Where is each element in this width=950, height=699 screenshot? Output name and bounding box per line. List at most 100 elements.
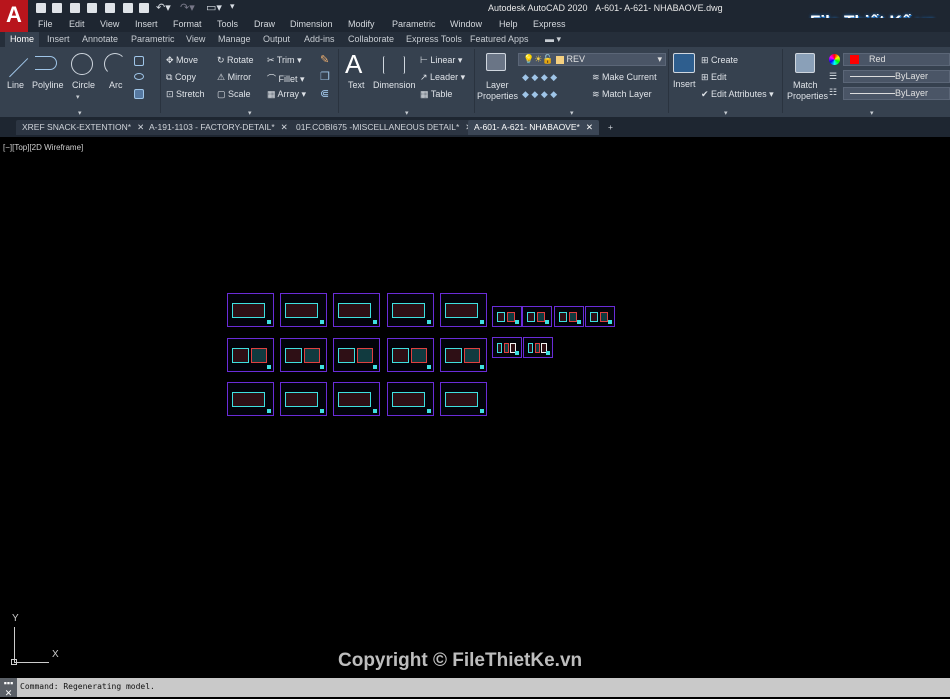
- dimension-button[interactable]: Dimension: [373, 80, 416, 90]
- color-dropdown[interactable]: Red: [843, 53, 950, 66]
- menu-view[interactable]: View: [100, 19, 119, 29]
- ribbon-tab-parametric[interactable]: Parametric: [131, 34, 175, 44]
- publish-icon[interactable]: [105, 3, 115, 13]
- menu-format[interactable]: Format: [173, 19, 202, 29]
- copy-button[interactable]: ⧉ Copy: [166, 72, 196, 83]
- new-tab-button[interactable]: +: [602, 120, 619, 135]
- drawing-sheet[interactable]: [387, 382, 434, 416]
- menu-help[interactable]: Help: [499, 19, 518, 29]
- insert-button[interactable]: Insert: [673, 79, 696, 89]
- menu-file[interactable]: File: [38, 19, 53, 29]
- edit-block-button[interactable]: ⊞ Edit: [701, 72, 727, 83]
- save-as-icon[interactable]: [87, 3, 97, 13]
- close-tab-icon[interactable]: ✕: [281, 122, 288, 132]
- drawing-sheet[interactable]: [440, 338, 487, 372]
- linetype-dropdown[interactable]: ByLayer: [843, 87, 950, 100]
- drawing-sheet[interactable]: [440, 293, 487, 327]
- layer-properties-button[interactable]: Layer: [486, 80, 509, 90]
- layer-tool-icons-2[interactable]: ◆ ◆ ◆ ◆: [522, 89, 557, 100]
- drawing-sheet[interactable]: [522, 306, 552, 327]
- properties-panel-expander[interactable]: ▾: [870, 109, 874, 117]
- ribbon-tab-view[interactable]: View: [186, 34, 205, 44]
- create-block-button[interactable]: ⊞ Create: [701, 55, 738, 66]
- close-tab-icon[interactable]: ✕: [586, 122, 593, 132]
- workspace-icon[interactable]: ▭▾: [206, 1, 222, 14]
- drawing-sheet[interactable]: [280, 382, 327, 416]
- ribbon-tab-manage[interactable]: Manage: [218, 34, 251, 44]
- match-layer-button[interactable]: ≋ Match Layer: [592, 89, 652, 100]
- drawing-sheet[interactable]: [280, 338, 327, 372]
- drawing-sheet[interactable]: [227, 338, 274, 372]
- array-button[interactable]: ▦ Array ▾: [267, 89, 306, 100]
- leader-button[interactable]: ↗ Leader ▾: [420, 72, 465, 83]
- ribbon-tab-insert[interactable]: Insert: [47, 34, 70, 44]
- document-tab[interactable]: A-601- A-621- NHABAOVE* ✕: [468, 120, 599, 135]
- trim-button[interactable]: ✂ Trim ▾: [267, 55, 302, 66]
- scale-button[interactable]: ▢ Scale: [217, 89, 251, 100]
- block-panel-expander[interactable]: ▾: [724, 109, 728, 117]
- mirror-button[interactable]: ⚠ Mirror: [217, 72, 251, 83]
- menu-parametric[interactable]: Parametric: [392, 19, 436, 29]
- match-properties-button[interactable]: Match: [793, 80, 818, 90]
- table-button[interactable]: ▦ Table: [420, 89, 452, 100]
- fillet-button[interactable]: ⌒ Fillet ▾: [267, 72, 305, 85]
- polyline-button[interactable]: Polyline: [32, 80, 64, 90]
- drawing-sheet[interactable]: [585, 306, 615, 327]
- make-current-button[interactable]: ≋ Make Current: [592, 72, 657, 83]
- print-icon[interactable]: [139, 3, 149, 13]
- layers-panel-expander[interactable]: ▾: [570, 109, 574, 117]
- move-button[interactable]: ✥ Move: [166, 55, 198, 66]
- menu-modify[interactable]: Modify: [348, 19, 375, 29]
- command-line-close-button[interactable]: ▪▪▪ ✕: [0, 678, 17, 698]
- line-button[interactable]: Line: [7, 80, 24, 90]
- drawing-sheet[interactable]: [227, 382, 274, 416]
- layer-dropdown[interactable]: 💡☀🔓 REV ▾: [518, 53, 666, 66]
- drawing-sheet[interactable]: [387, 338, 434, 372]
- drawing-viewport[interactable]: [−][Top][2D Wireframe] Y X Copyright © F…: [0, 137, 950, 678]
- circle-button[interactable]: Circle: [72, 80, 95, 90]
- new-icon[interactable]: [36, 3, 46, 13]
- redo-icon[interactable]: ↷▾: [180, 1, 195, 14]
- offset-icon[interactable]: ⋐: [320, 87, 329, 100]
- application-menu-button[interactable]: A: [0, 0, 28, 32]
- menu-tools[interactable]: Tools: [217, 19, 238, 29]
- drawing-sheet[interactable]: [227, 293, 274, 327]
- drawing-sheet[interactable]: [333, 338, 380, 372]
- ribbon-tab-output[interactable]: Output: [263, 34, 290, 44]
- menu-edit[interactable]: Edit: [69, 19, 85, 29]
- drawing-sheet[interactable]: [492, 337, 522, 358]
- lineweight-dropdown[interactable]: ByLayer: [843, 70, 950, 83]
- ellipse-icon[interactable]: [134, 73, 144, 80]
- document-tab[interactable]: XREF SNACK-EXTENTION* ✕: [16, 120, 151, 135]
- rectangle-icon[interactable]: [134, 56, 144, 66]
- explode-icon[interactable]: ❐: [320, 70, 330, 83]
- modify-panel-expander[interactable]: ▾: [248, 109, 252, 117]
- layer-tool-icons[interactable]: ◆ ◆ ◆ ◆: [522, 72, 557, 83]
- draw-panel-expander[interactable]: ▾: [78, 109, 82, 117]
- command-line[interactable]: ▪▪▪ ✕ Command: Regenerating model.: [0, 678, 950, 698]
- drawing-sheet[interactable]: [492, 306, 522, 327]
- undo-icon[interactable]: ↶▾: [156, 1, 171, 14]
- drawing-sheet[interactable]: [333, 293, 380, 327]
- drawing-sheet[interactable]: [440, 382, 487, 416]
- ribbon-options-icon[interactable]: ▬ ▾: [545, 34, 561, 45]
- erase-icon[interactable]: ✎: [320, 53, 329, 66]
- open-icon[interactable]: [52, 3, 62, 13]
- ribbon-tab-home[interactable]: Home: [5, 32, 40, 47]
- edit-attributes-button[interactable]: ✔ Edit Attributes ▾: [701, 89, 774, 100]
- menu-window[interactable]: Window: [450, 19, 482, 29]
- share-icon[interactable]: [123, 3, 133, 13]
- arc-button[interactable]: Arc: [109, 80, 123, 90]
- menu-dimension[interactable]: Dimension: [290, 19, 333, 29]
- drawing-sheet[interactable]: [280, 293, 327, 327]
- text-button[interactable]: Text: [348, 80, 365, 90]
- menu-insert[interactable]: Insert: [135, 19, 158, 29]
- annotation-panel-expander[interactable]: ▾: [405, 109, 409, 117]
- ribbon-tab-featured-apps[interactable]: Featured Apps: [470, 34, 529, 44]
- drawing-sheet[interactable]: [554, 306, 584, 327]
- customize-icon[interactable]: ▾: [230, 1, 235, 12]
- document-tab[interactable]: 01F.COBI675 -MISCELLANEOUS DETAIL*✕: [290, 120, 479, 135]
- ribbon-tab-collaborate[interactable]: Collaborate: [348, 34, 394, 44]
- linear-button[interactable]: ⊢ Linear ▾: [420, 55, 462, 66]
- drawing-sheet[interactable]: [523, 337, 553, 358]
